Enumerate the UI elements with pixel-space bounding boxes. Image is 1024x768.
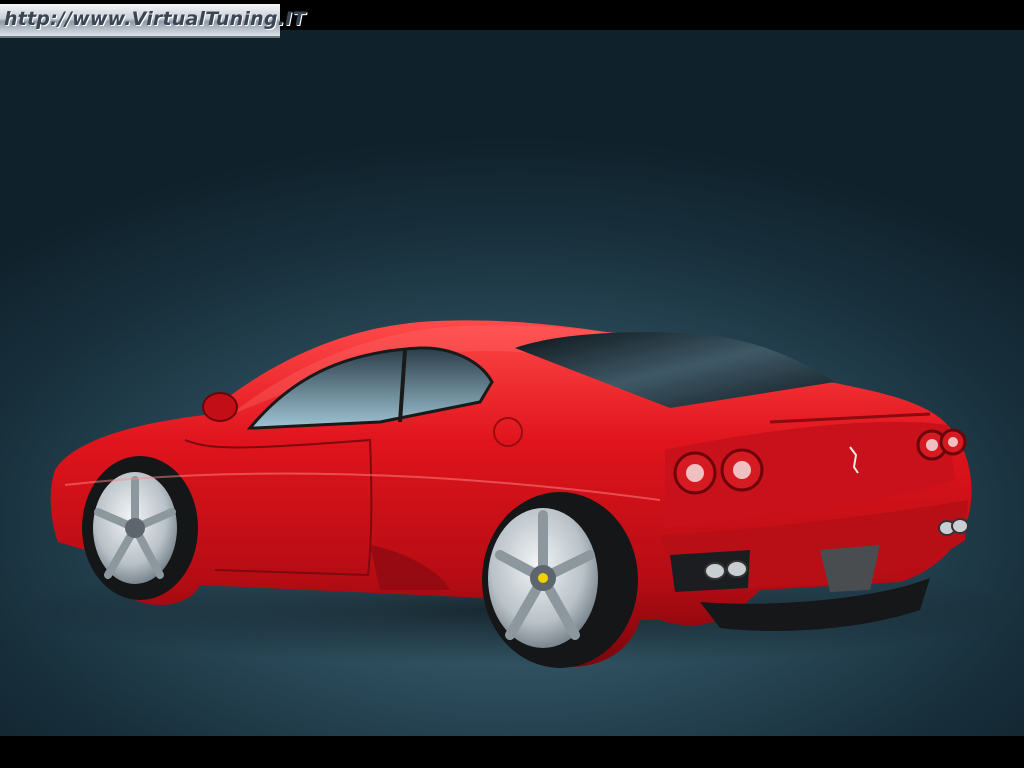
side-mirror [202, 392, 238, 422]
photo-background [0, 30, 1024, 736]
car-photo [20, 320, 1020, 668]
bottom-letterbox [0, 736, 1024, 768]
watermark-banner: http://www.VirtualTuning.IT [0, 4, 305, 38]
rear-grille [820, 545, 880, 592]
rear-wheel [482, 492, 638, 668]
image-frame: http://www.VirtualTuning.IT [0, 0, 1024, 768]
watermark-text: http://www.VirtualTuning.IT [4, 8, 306, 30]
